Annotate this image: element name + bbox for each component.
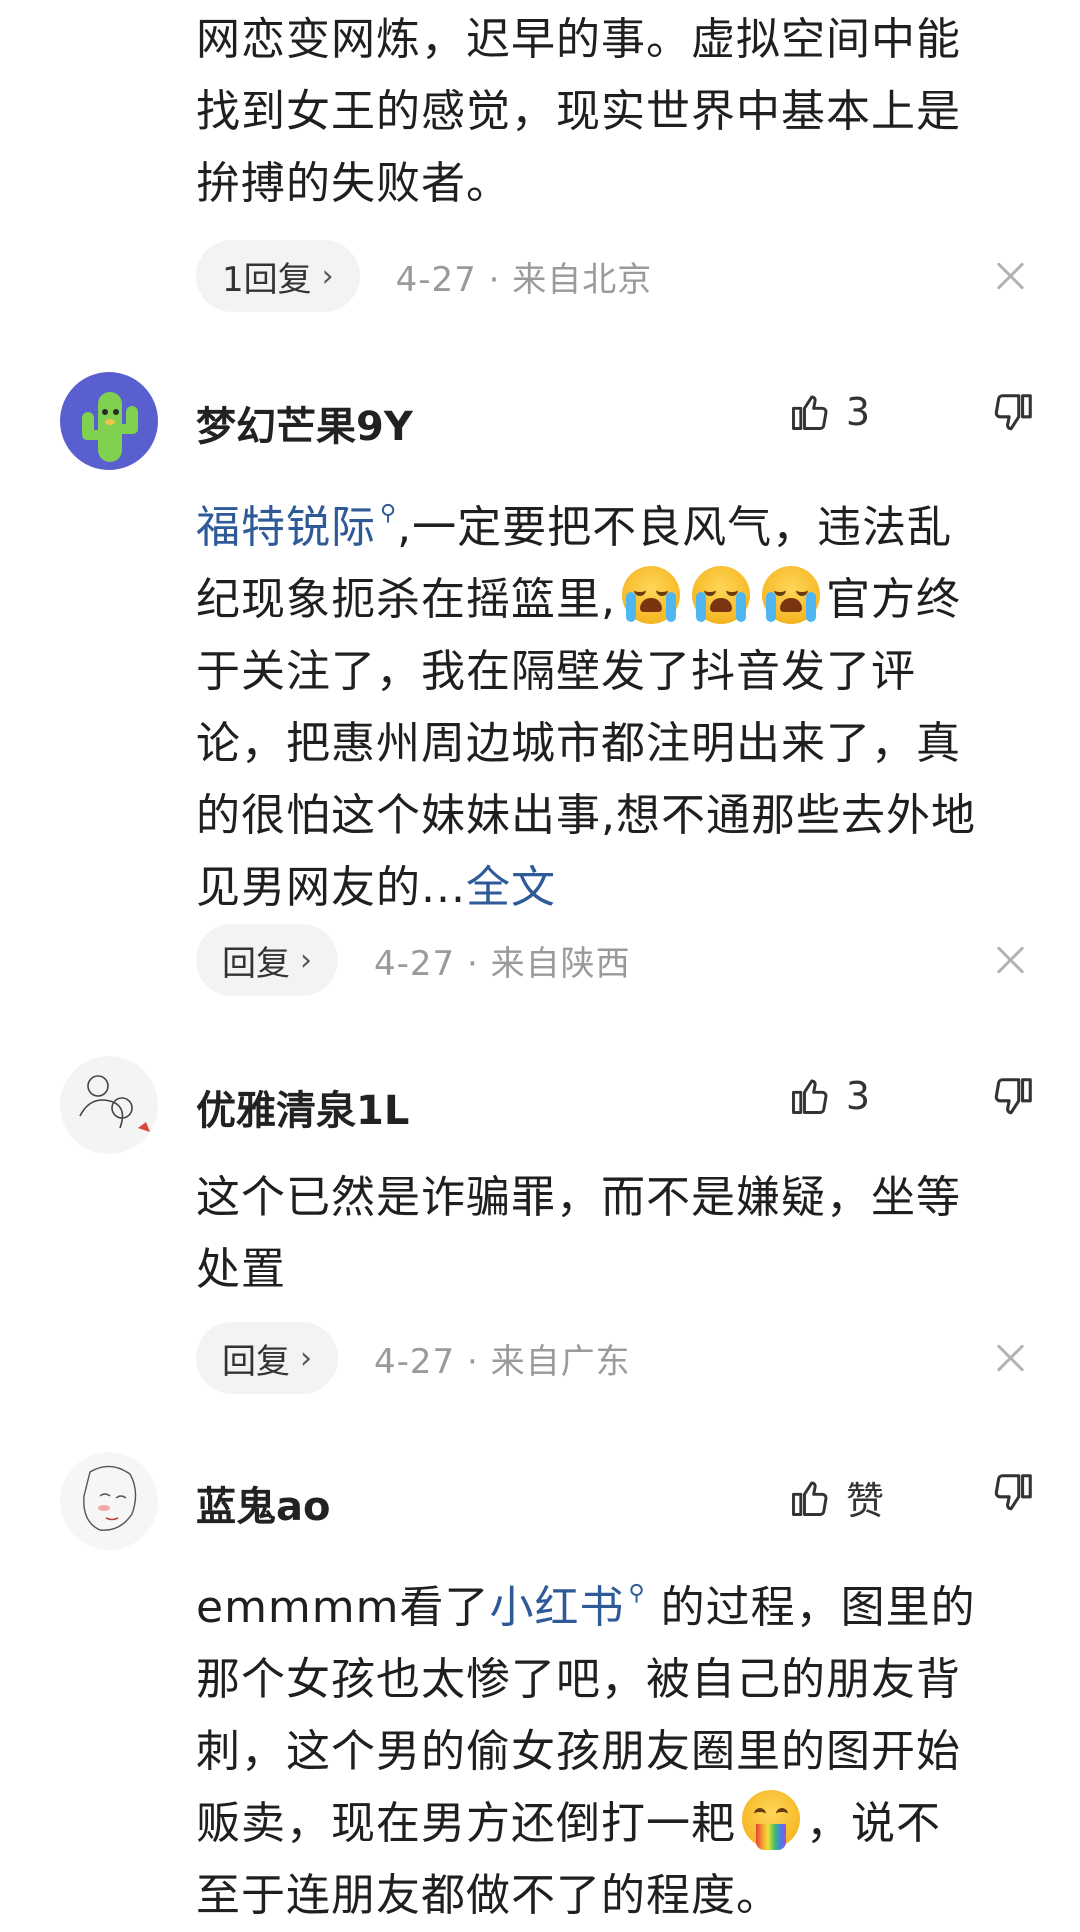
comment-text: 这个已然是诈骗罪，而不是嫌疑，坐等 处置 (196, 1162, 1026, 1306)
comment-meta: 4-27 · 来自北京 (395, 259, 653, 300)
text-segment: 贩卖，现在男方还倒打一耙 (196, 1798, 736, 1849)
like-count: 3 (845, 390, 870, 434)
text-line: 纪现象扼杀在摇篮里, 官方终 (196, 564, 1026, 636)
username[interactable]: 梦幻芒果9Y (196, 394, 413, 452)
close-icon[interactable] (992, 942, 1028, 978)
vomiting-emoji-icon (742, 1790, 800, 1850)
text-line: 拚搏的失败者。 (196, 158, 511, 209)
reply-button[interactable]: 回复 › (196, 924, 338, 996)
reply-label: 1回复 (222, 259, 312, 300)
text-line: 处置 (196, 1244, 286, 1295)
thumbs-down-icon (994, 394, 1032, 431)
comment-text: 福特锐际 ⚲,一定要把不良风气，违法乱 纪现象扼杀在摇篮里, 官方终 于关注了，我在… (196, 478, 1026, 924)
text-segment: 官方终 (826, 574, 961, 625)
sketch-avatar-icon (79, 1075, 150, 1132)
like-count: 3 (845, 1074, 870, 1118)
thumbs-up-icon (792, 1481, 828, 1516)
text-segment: ，说不 (806, 1798, 941, 1849)
avatar[interactable] (60, 1056, 158, 1154)
thumbs-up-icon (791, 395, 828, 430)
topic-link[interactable]: 小红书 (490, 1582, 625, 1633)
avatar[interactable] (60, 372, 158, 470)
text-line: 那个女孩也太惨了吧，被自己的朋友背 (196, 1654, 961, 1705)
text-line: 找到女王的感觉，现实世界中基本上是 (196, 86, 961, 137)
comment-meta: 4-27 · 来自广东 (374, 1341, 631, 1382)
comment-header: 蓝鬼ao 赞 (0, 1452, 1080, 1552)
username[interactable]: 蓝鬼ao (196, 1474, 330, 1532)
comment-text: emmmm看了小红书 ⚲ 的过程，图里的 那个女孩也太惨了吧，被自己的朋友背 刺，… (196, 1558, 1026, 1932)
chevron-right-icon: › (300, 1340, 312, 1376)
text-segment: 见男网友的... (196, 862, 466, 913)
avatar[interactable] (60, 1452, 158, 1550)
comment-meta-row: 回复 › 4-27 · 来自广东 (196, 1322, 631, 1394)
chevron-right-icon: › (300, 942, 312, 978)
chevron-right-icon: › (321, 258, 334, 294)
text-line: 这个已然是诈骗罪，而不是嫌疑，坐等 (196, 1172, 961, 1223)
username[interactable]: 优雅清泉1L (196, 1078, 409, 1136)
close-icon[interactable] (992, 258, 1028, 294)
text-segment: 的过程，图里的 (645, 1582, 976, 1633)
comment-meta-row: 回复 › 4-27 · 来自陕西 (196, 924, 631, 996)
text-line: 至于连朋友都做不了的程度。 (196, 1870, 781, 1921)
reply-button[interactable]: 回复 › (196, 1322, 338, 1394)
reply-label: 回复 (222, 1341, 290, 1382)
reply-button[interactable]: 1回复 › (196, 240, 360, 312)
dislike-button[interactable] (990, 1470, 1036, 1520)
reply-label: 回复 (222, 943, 290, 984)
like-button[interactable]: 赞 (788, 1470, 884, 1525)
sketch-avatar-icon (83, 1465, 137, 1531)
comment-header: 优雅清泉1L 3 (0, 1056, 1080, 1156)
text-line: 论，把惠州周边城市都注明出来了，真 (196, 718, 961, 769)
text-line: 刺，这个男的偷女孩朋友圈里的图开始 (196, 1726, 961, 1777)
dislike-button[interactable] (990, 1074, 1036, 1124)
text-line: 贩卖，现在男方还倒打一耙 ，说不 (196, 1788, 1026, 1860)
text-segment: ,一定要把不良风气，违法乱 (397, 502, 953, 553)
full-text-link[interactable]: 全文 (466, 862, 556, 913)
like-count: 赞 (845, 1479, 884, 1523)
comment-header: 梦幻芒果9Y 3 (0, 372, 1080, 472)
like-button[interactable]: 3 (788, 390, 870, 434)
topic-link[interactable]: 福特锐际 (196, 502, 376, 553)
text-line: 福特锐际 ⚲,一定要把不良风气，违法乱 (196, 478, 1026, 564)
thumbs-down-icon (994, 1078, 1032, 1115)
text-line: 于关注了，我在隔壁发了抖音发了评 (196, 646, 916, 697)
thumbs-up-icon (791, 1079, 828, 1114)
text-line: 的很怕这个妹妹出事,想不通那些去外地 (196, 790, 976, 841)
comment-text-top: 网恋变网炼，迟早的事。虚拟空间中能 找到女王的感觉，现实世界中基本上是 拚搏的失… (196, 4, 1026, 220)
thumbs-down-icon (994, 1474, 1032, 1511)
crying-emoji-icon (692, 566, 750, 624)
like-button[interactable]: 3 (788, 1074, 870, 1118)
comment-meta-row: 1回复 › 4-27 · 来自北京 (196, 240, 652, 312)
text-line: 网恋变网炼，迟早的事。虚拟空间中能 (196, 14, 961, 65)
text-line: 见男网友的...全文 (196, 852, 1026, 924)
dislike-button[interactable] (990, 390, 1036, 440)
close-icon[interactable] (992, 1340, 1028, 1376)
text-line: emmmm看了小红书 ⚲ 的过程，图里的 (196, 1558, 1026, 1644)
text-segment: 纪现象扼杀在摇篮里, (196, 574, 616, 625)
cactus-avatar-icon (82, 392, 138, 462)
search-icon: ⚲ (380, 501, 398, 526)
text-segment: emmmm看了 (196, 1582, 490, 1633)
crying-emoji-icon (762, 566, 820, 624)
crying-emoji-icon (622, 566, 680, 624)
comment-meta: 4-27 · 来自陕西 (374, 943, 631, 984)
search-icon: ⚲ (628, 1581, 646, 1606)
